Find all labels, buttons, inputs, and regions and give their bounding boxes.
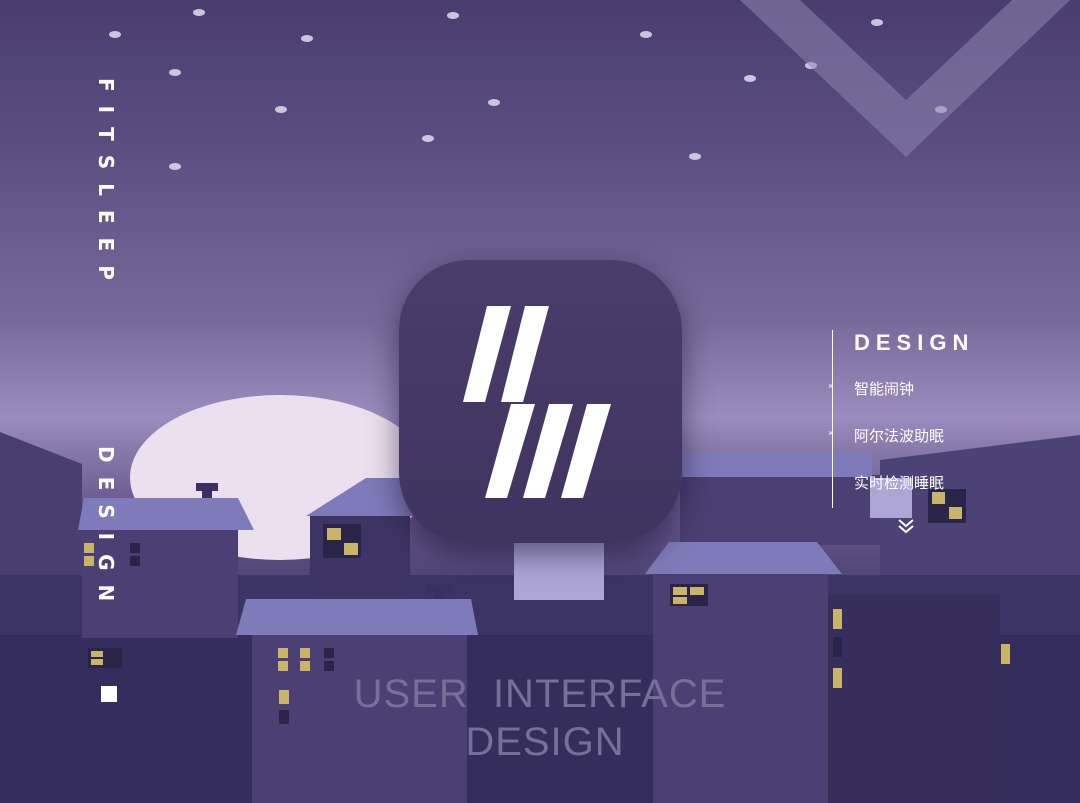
window <box>673 597 687 604</box>
side-title-fitsleep: FITSLEEP <box>94 78 118 294</box>
star <box>109 31 121 38</box>
window <box>324 648 334 658</box>
feature-smart-alarm: 智能闹钟 <box>854 380 915 398</box>
window <box>344 543 358 555</box>
window <box>673 587 687 595</box>
window <box>833 609 842 629</box>
bottom-title-line2: DESIGN <box>465 720 625 764</box>
bottom-title-line1: USER INTERFACE <box>353 672 727 716</box>
chimney-block <box>514 540 604 600</box>
window <box>690 587 704 595</box>
star <box>193 9 205 16</box>
window <box>91 651 103 657</box>
side-title-design: DESIGN <box>94 446 118 616</box>
window <box>130 543 140 553</box>
double-chevron-down-icon[interactable] <box>897 518 915 534</box>
window <box>84 556 94 566</box>
v-shape-decoration <box>740 0 1070 157</box>
fitsleep-logo-icon <box>463 306 611 498</box>
star <box>169 163 181 170</box>
bullet-icon: × <box>828 428 834 438</box>
bullet-icon: × <box>828 381 834 391</box>
star <box>422 135 434 142</box>
window <box>300 648 310 658</box>
window <box>278 648 288 658</box>
star <box>275 106 287 113</box>
house-front-left-roof <box>236 585 478 635</box>
design-panel: DESIGN × 智能闹钟 × 阿尔法波助眠 实时检测睡眠 <box>828 330 1052 510</box>
panel-divider <box>832 330 833 508</box>
star <box>689 153 701 160</box>
window <box>130 556 140 566</box>
star <box>447 12 459 19</box>
star <box>640 31 652 38</box>
window <box>84 543 94 553</box>
star <box>301 35 313 42</box>
window <box>1001 644 1010 664</box>
window <box>833 637 842 657</box>
window <box>327 528 341 540</box>
panel-title: DESIGN <box>854 330 975 355</box>
window <box>278 661 288 671</box>
feature-sleep-detection: 实时检测睡眠 <box>854 474 945 492</box>
window <box>300 661 310 671</box>
star <box>169 69 181 76</box>
house-front-right-roof <box>645 542 842 574</box>
window <box>324 661 334 671</box>
feature-alpha-wave: 阿尔法波助眠 <box>854 427 945 445</box>
app-icon[interactable] <box>399 260 682 543</box>
star <box>488 99 500 106</box>
window <box>91 659 103 665</box>
